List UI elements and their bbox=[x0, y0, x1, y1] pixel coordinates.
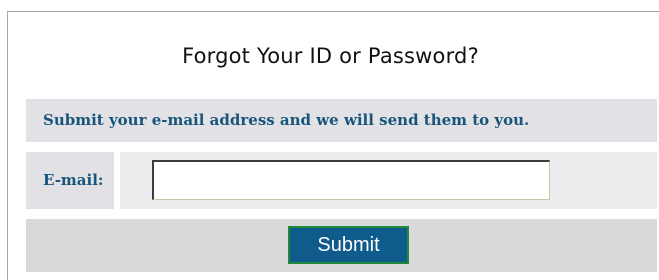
email-label-cell: E-mail: bbox=[26, 152, 114, 209]
email-field[interactable] bbox=[152, 160, 550, 200]
page-title: Forgot Your ID or Password? bbox=[182, 44, 479, 68]
submit-button[interactable]: Submit bbox=[288, 226, 409, 264]
submit-row: Submit bbox=[26, 219, 657, 272]
email-field-cell bbox=[120, 152, 657, 209]
instruction-text: Submit your e-mail address and we will s… bbox=[43, 111, 530, 129]
forgot-credentials-panel: Forgot Your ID or Password? Submit your … bbox=[7, 11, 659, 280]
instruction-row: Submit your e-mail address and we will s… bbox=[26, 99, 657, 142]
email-label: E-mail: bbox=[43, 171, 104, 189]
